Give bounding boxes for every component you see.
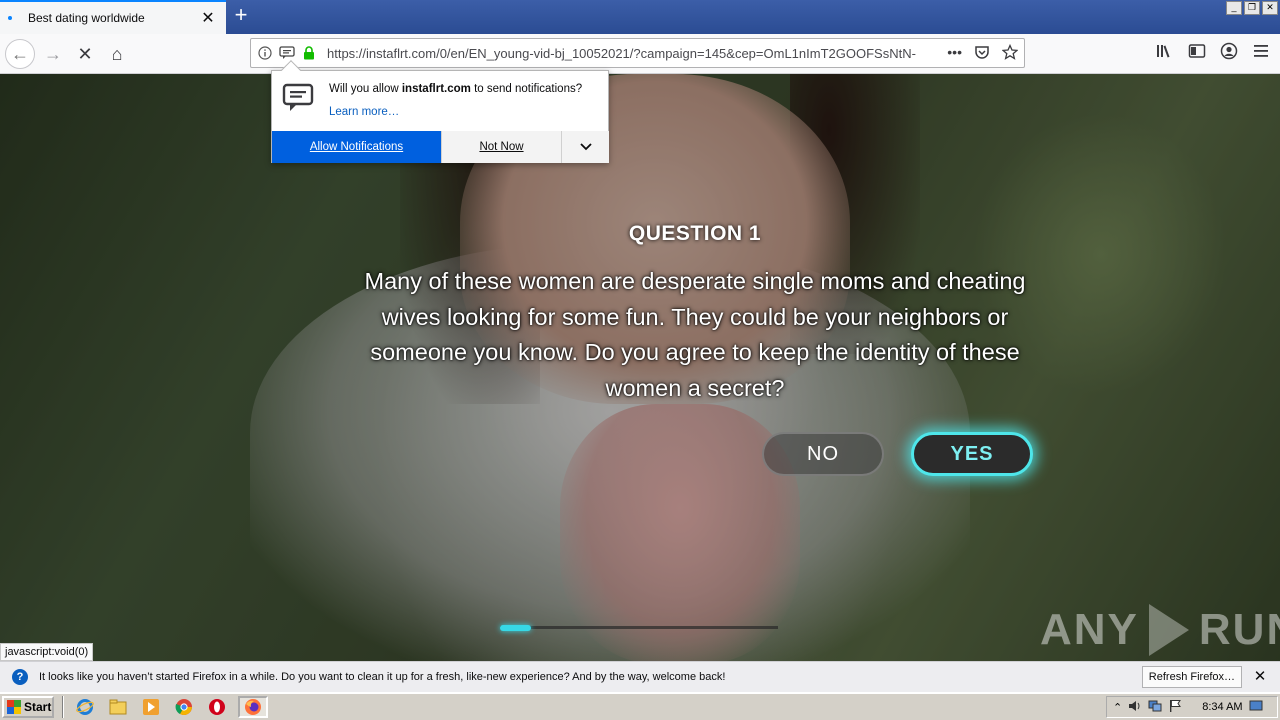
watermark-play-icon — [1148, 604, 1189, 656]
windows-taskbar: Start ⌃ 8:34 AM — [0, 692, 1280, 720]
no-button[interactable]: NO — [762, 432, 884, 476]
tray-expand-icon[interactable]: ⌃ — [1113, 701, 1122, 714]
tab-strip: Best dating worldwide ✕ + _ ❐ ✕ — [0, 0, 1280, 34]
question-text: Many of these women are desperate single… — [364, 268, 1026, 401]
stop-button[interactable]: ✕ — [70, 39, 100, 69]
sidebar-icon[interactable] — [1188, 42, 1206, 60]
account-icon[interactable] — [1220, 42, 1238, 60]
home-button[interactable]: ⌂ — [102, 39, 132, 69]
learn-more-link[interactable]: Learn more… — [329, 106, 399, 118]
action-center-flag-icon[interactable] — [1168, 699, 1182, 716]
allow-notifications-button[interactable]: Allow Notifications — [272, 131, 441, 163]
bookmark-star-icon[interactable] — [1001, 43, 1019, 63]
page-content: QUESTION 1 Many of these women are despe… — [0, 74, 1280, 661]
ie-icon[interactable] — [73, 696, 97, 718]
chevron-down-icon — [579, 143, 592, 151]
chrome-icon[interactable] — [172, 696, 196, 718]
windows-logo-icon — [7, 700, 21, 714]
secure-lock-icon — [301, 45, 317, 61]
pocket-icon[interactable] — [974, 44, 990, 63]
help-info-icon: ? — [12, 669, 28, 685]
opera-icon[interactable] — [205, 696, 229, 718]
url-bar[interactable]: https://instaflrt.com/0/en/EN_young-vid-… — [250, 38, 1025, 68]
notification-bar-text: It looks like you haven’t started Firefo… — [39, 671, 726, 683]
yes-button[interactable]: YES — [911, 432, 1033, 476]
page-actions-icon[interactable]: ••• — [947, 44, 962, 63]
loading-dot-icon — [8, 16, 12, 20]
refresh-firefox-button[interactable]: Refresh Firefox… — [1141, 666, 1242, 688]
notification-bar: ? It looks like you haven’t started Fire… — [0, 661, 1280, 692]
system-tray: ⌃ 8:34 AM — [1106, 696, 1278, 718]
watermark-run: RUN — [1198, 605, 1280, 654]
watermark-any: ANY — [1040, 605, 1139, 654]
progress-track — [500, 626, 778, 629]
notification-chat-icon — [282, 83, 314, 113]
notification-permission-popup: Will you allow instaflrt.com to send not… — [271, 60, 609, 163]
popup-message: Will you allow instaflrt.com to send not… — [329, 83, 582, 95]
show-desktop-icon[interactable] — [1249, 700, 1263, 715]
firefox-icon[interactable] — [238, 696, 268, 718]
question-title: QUESTION 1 — [628, 222, 762, 245]
network-icon[interactable] — [1148, 699, 1162, 716]
more-options-button[interactable] — [561, 131, 609, 163]
notification-bar-close-icon[interactable]: ✕ — [1252, 668, 1268, 685]
url-actions: ••• — [947, 43, 1019, 63]
minimize-button[interactable]: _ — [1226, 1, 1242, 15]
popup-message-prefix: Will you allow — [329, 83, 402, 95]
url-text[interactable]: https://instaflrt.com/0/en/EN_young-vid-… — [327, 46, 917, 61]
notification-permission-icon[interactable] — [279, 45, 295, 61]
forward-button[interactable]: → — [38, 39, 68, 69]
explorer-icon[interactable] — [106, 696, 130, 718]
navigation-toolbar: ← → ✕ ⌂ https://instaflrt.com/0/en/EN_yo… — [0, 34, 1280, 74]
menu-icon[interactable] — [1252, 42, 1270, 60]
not-now-button[interactable]: Not Now — [441, 131, 561, 163]
volume-icon[interactable] — [1128, 699, 1142, 716]
tab-close-icon[interactable]: ✕ — [200, 10, 216, 27]
anyrun-watermark: ANY RUN — [1040, 604, 1280, 656]
new-tab-button[interactable]: + — [230, 4, 252, 27]
popup-message-suffix: to send notifications? — [470, 83, 583, 95]
site-info-icon[interactable] — [257, 45, 273, 61]
tab-title: Best dating worldwide — [28, 11, 145, 25]
library-icon[interactable] — [1156, 42, 1174, 60]
window-controls: _ ❐ ✕ — [1226, 1, 1278, 15]
toolbar-right — [1156, 42, 1270, 60]
progress-fill — [500, 625, 531, 631]
status-link-text: javascript:void(0) — [0, 643, 94, 661]
taskbar-separator — [62, 696, 64, 718]
popup-site: instaflrt.com — [401, 83, 471, 95]
tab-active[interactable]: Best dating worldwide ✕ — [0, 0, 226, 34]
start-button[interactable]: Start — [2, 696, 54, 718]
media-player-icon[interactable] — [139, 696, 163, 718]
restore-button[interactable]: ❐ — [1244, 1, 1260, 15]
close-window-button[interactable]: ✕ — [1262, 1, 1278, 15]
start-label: Start — [24, 700, 52, 714]
back-button[interactable]: ← — [5, 39, 35, 69]
clock: 8:34 AM — [1202, 701, 1243, 713]
